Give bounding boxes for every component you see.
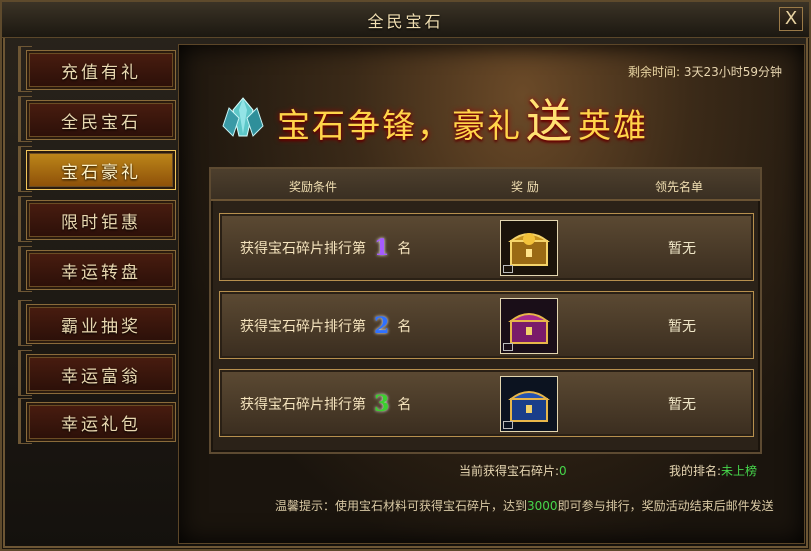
my-rank: 我的排名:未上榜	[669, 462, 757, 479]
banner-title-part1: 宝石争锋，豪礼	[277, 106, 522, 145]
tip-text: 温馨提示：使用宝石材料可获得宝石碎片，达到3000即可参与排行，奖励活动结束后邮…	[275, 497, 774, 514]
reward-chest-purple[interactable]	[500, 298, 558, 354]
condition-suffix: 名	[397, 319, 412, 335]
fragments-value: 0	[559, 464, 567, 478]
reward-chest-blue[interactable]	[500, 376, 558, 432]
sidebar-item-lucky-wheel[interactable]: 幸运转盘	[26, 250, 176, 290]
banner-title-emphasis: 送	[526, 94, 574, 148]
table-row: 获得宝石碎片排行第 2 名 暂无	[219, 291, 754, 359]
lock-icon	[503, 343, 513, 351]
event-window: 全民宝石 X 充值有礼 全民宝石 宝石豪礼 限时钜惠 幸运转盘 霸业抽奖 幸运富…	[0, 0, 811, 551]
condition-prefix: 获得宝石碎片排行第	[240, 319, 366, 335]
rank-condition: 获得宝石碎片排行第 1 名	[240, 235, 412, 261]
sidebar-item-lottery[interactable]: 霸业抽奖	[26, 304, 176, 344]
sidebar-item-all-gems[interactable]: 全民宝石	[26, 100, 176, 140]
tip-threshold: 3000	[527, 499, 558, 513]
title-bar: 全民宝石 X	[2, 2, 809, 38]
event-banner: 宝石争锋，豪礼送 英雄	[219, 87, 739, 149]
condition-prefix: 获得宝石碎片排行第	[240, 241, 366, 257]
rank-number: 2	[374, 313, 390, 339]
remaining-time-value: 3天23小时59分钟	[683, 65, 782, 79]
leader-name: 暂无	[668, 241, 696, 257]
tip-suffix: 即可参与排行，奖励活动结束后邮件发送	[557, 499, 774, 513]
sidebar-item-recharge[interactable]: 充值有礼	[26, 50, 176, 90]
tip-prefix: 温馨提示：使用宝石材料可获得宝石碎片，达到	[275, 499, 528, 513]
header-reward: 奖 励	[511, 180, 539, 194]
sidebar-item-gem-gifts[interactable]: 宝石豪礼	[26, 150, 176, 190]
lock-icon	[503, 421, 513, 429]
main-panel: 剩余时间: 3天23小时59分钟 宝石争锋，豪礼送 英雄 奖励条件 奖 励 领先名…	[178, 44, 805, 544]
ranking-table: 奖励条件 奖 励 领先名单 获得宝石碎片排行第 1 名 暂无 获得宝石碎片排行第…	[209, 167, 762, 454]
rank-number: 1	[374, 235, 390, 261]
sidebar: 充值有礼 全民宝石 宝石豪礼 限时钜惠 幸运转盘 霸业抽奖 幸运富翁 幸运礼包	[12, 44, 176, 539]
leader-name: 暂无	[668, 397, 696, 413]
sidebar-item-lucky-tycoon[interactable]: 幸运富翁	[26, 354, 176, 394]
remaining-time: 剩余时间: 3天23小时59分钟	[628, 63, 782, 80]
table-row: 获得宝石碎片排行第 1 名 暂无	[219, 213, 754, 281]
my-rank-label: 我的排名:	[669, 464, 722, 478]
condition-suffix: 名	[397, 241, 412, 257]
rank-number: 3	[374, 391, 390, 417]
fragments-label: 当前获得宝石碎片:	[459, 464, 560, 478]
header-condition: 奖励条件	[289, 180, 338, 194]
table-header: 奖励条件 奖 励 领先名单	[211, 169, 760, 201]
window-title: 全民宝石	[367, 11, 444, 31]
rank-condition: 获得宝石碎片排行第 3 名	[240, 391, 412, 417]
close-button[interactable]: X	[779, 7, 803, 31]
rank-condition: 获得宝石碎片排行第 2 名	[240, 313, 412, 339]
condition-suffix: 名	[397, 397, 412, 413]
banner-title: 宝石争锋，豪礼送 英雄	[277, 85, 648, 151]
gem-icon	[222, 97, 264, 137]
remaining-time-label: 剩余时间:	[627, 65, 680, 79]
condition-prefix: 获得宝石碎片排行第	[240, 397, 366, 413]
leader-name: 暂无	[668, 319, 696, 335]
header-leaders: 领先名单	[655, 180, 704, 194]
current-fragments: 当前获得宝石碎片:0	[459, 462, 567, 479]
my-rank-value: 未上榜	[721, 464, 758, 478]
table-row: 获得宝石碎片排行第 3 名 暂无	[219, 369, 754, 437]
banner-title-part2: 英雄	[578, 106, 648, 145]
lock-icon	[503, 265, 513, 273]
sidebar-item-lucky-pack[interactable]: 幸运礼包	[26, 402, 176, 442]
sidebar-item-limited-deals[interactable]: 限时钜惠	[26, 200, 176, 240]
reward-chest-gold[interactable]	[500, 220, 558, 276]
